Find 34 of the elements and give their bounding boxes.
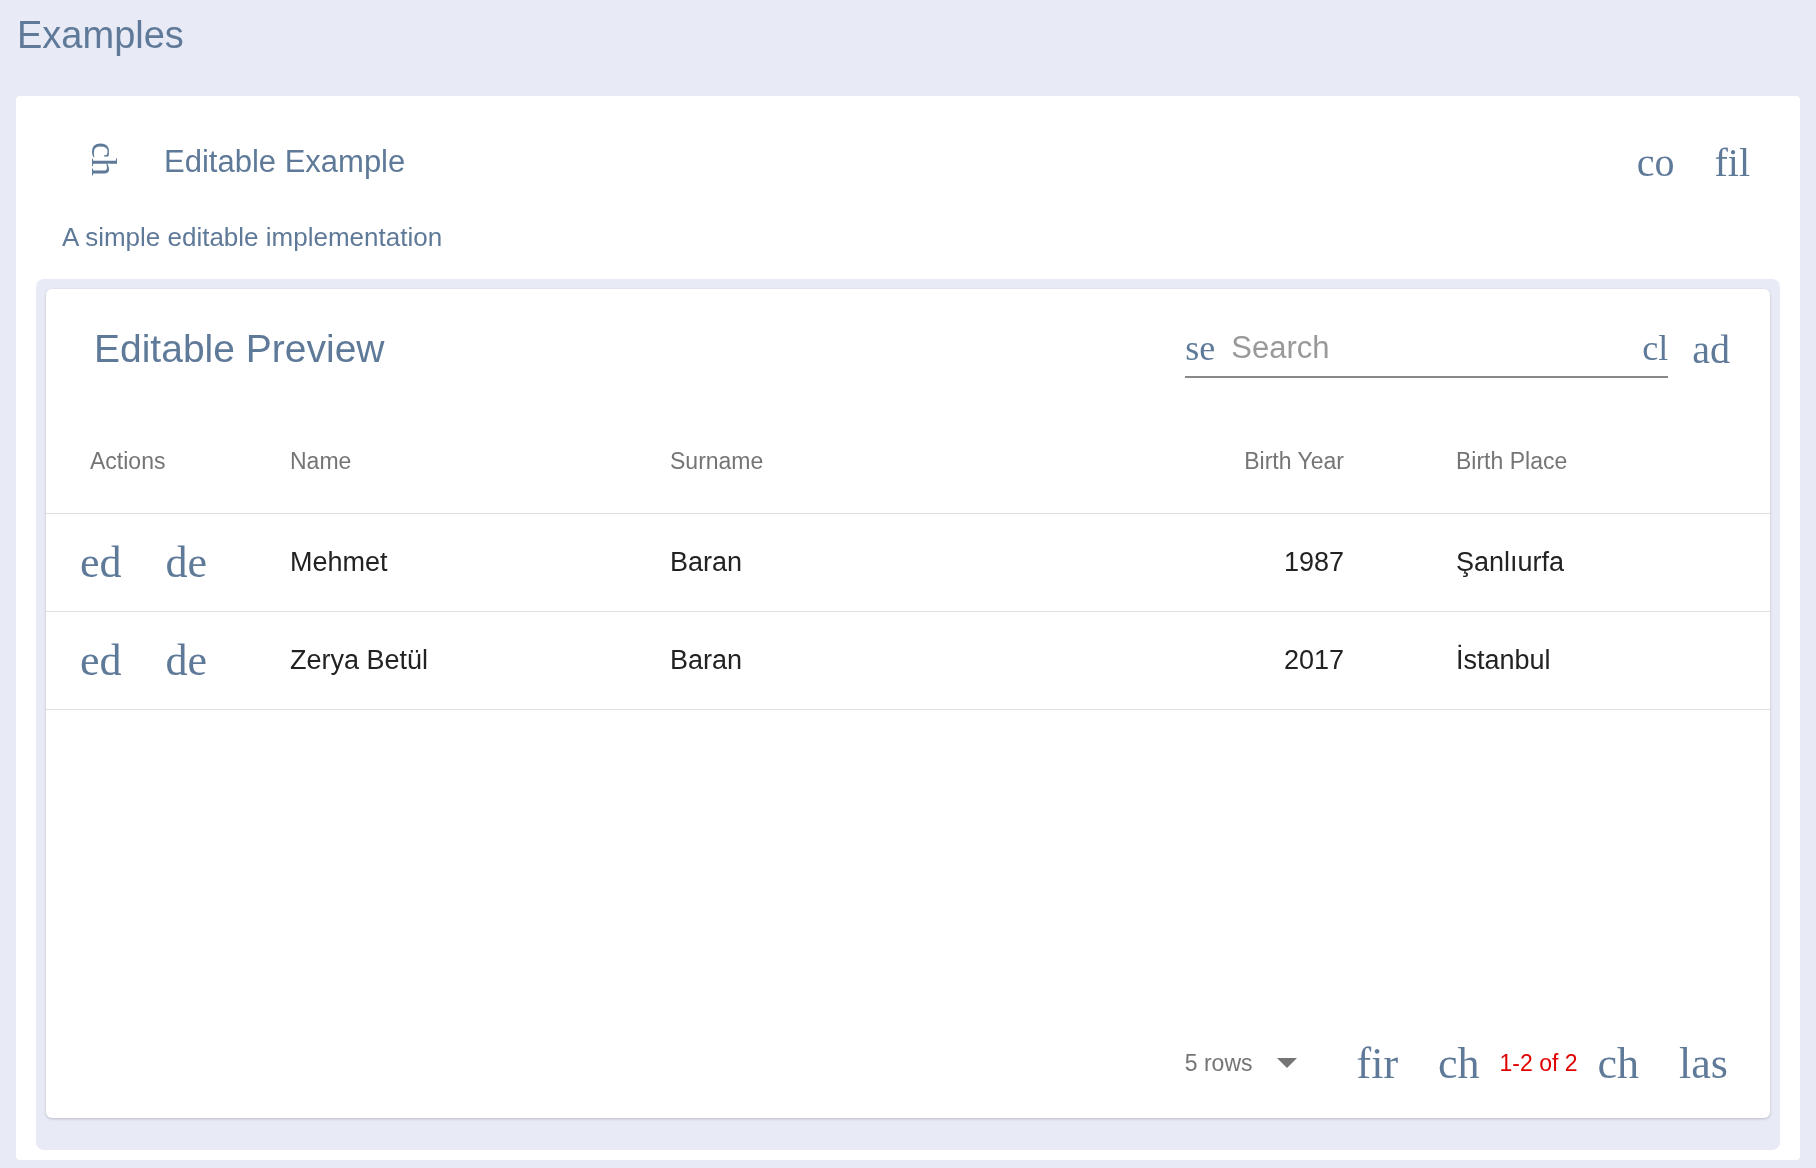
edit-icon[interactable]: ed: [80, 635, 122, 686]
table-cell-text: Baran: [670, 547, 744, 578]
header-icon[interactable]: ch: [83, 142, 125, 182]
table-cell-text: İstanbul: [1455, 645, 1552, 676]
last-page-icon[interactable]: las: [1679, 1037, 1728, 1089]
column-header[interactable]: Birth Year: [1090, 447, 1364, 475]
page-title: Examples: [16, 14, 185, 58]
caret-icon: [1276, 1058, 1297, 1068]
next-page-icon[interactable]: ch: [1597, 1037, 1640, 1089]
edit-icon[interactable]: ed: [80, 537, 122, 588]
table-cell-text: Baran: [670, 645, 744, 676]
toolbar-icon[interactable]: fil: [1714, 138, 1750, 186]
page-size-select[interactable]: 5 rows: [1184, 1049, 1297, 1077]
clear-icon[interactable]: cl: [1642, 327, 1669, 369]
previous-page-icon[interactable]: ch: [1438, 1037, 1480, 1089]
table-cell-text: Mehmet: [290, 547, 389, 578]
page-range: 1-2 of 2: [1499, 1049, 1578, 1077]
column-header[interactable]: Birth Place: [1364, 447, 1770, 475]
add-icon[interactable]: ad: [1692, 325, 1730, 373]
column-header[interactable]: Actions: [46, 447, 290, 475]
table-cell-text: 2017: [1282, 645, 1345, 676]
first-page-icon[interactable]: fir: [1356, 1037, 1399, 1089]
delete-icon[interactable]: de: [165, 635, 208, 686]
table-cell-text: 1987: [1282, 547, 1345, 578]
column-header[interactable]: Surname: [670, 447, 1090, 475]
example-title: Editable Example: [164, 144, 406, 180]
toolbar-icon[interactable]: co: [1636, 138, 1675, 186]
search-icon: se: [1185, 327, 1216, 369]
table-cell-text: Şanlıurfa: [1455, 547, 1566, 578]
table-cell-text: Zerya Betül: [290, 645, 430, 676]
example-description: A simple editable implementation: [61, 221, 444, 254]
delete-icon[interactable]: de: [165, 537, 208, 588]
table-title: Editable Preview: [94, 327, 385, 371]
column-header[interactable]: Name: [290, 447, 670, 475]
